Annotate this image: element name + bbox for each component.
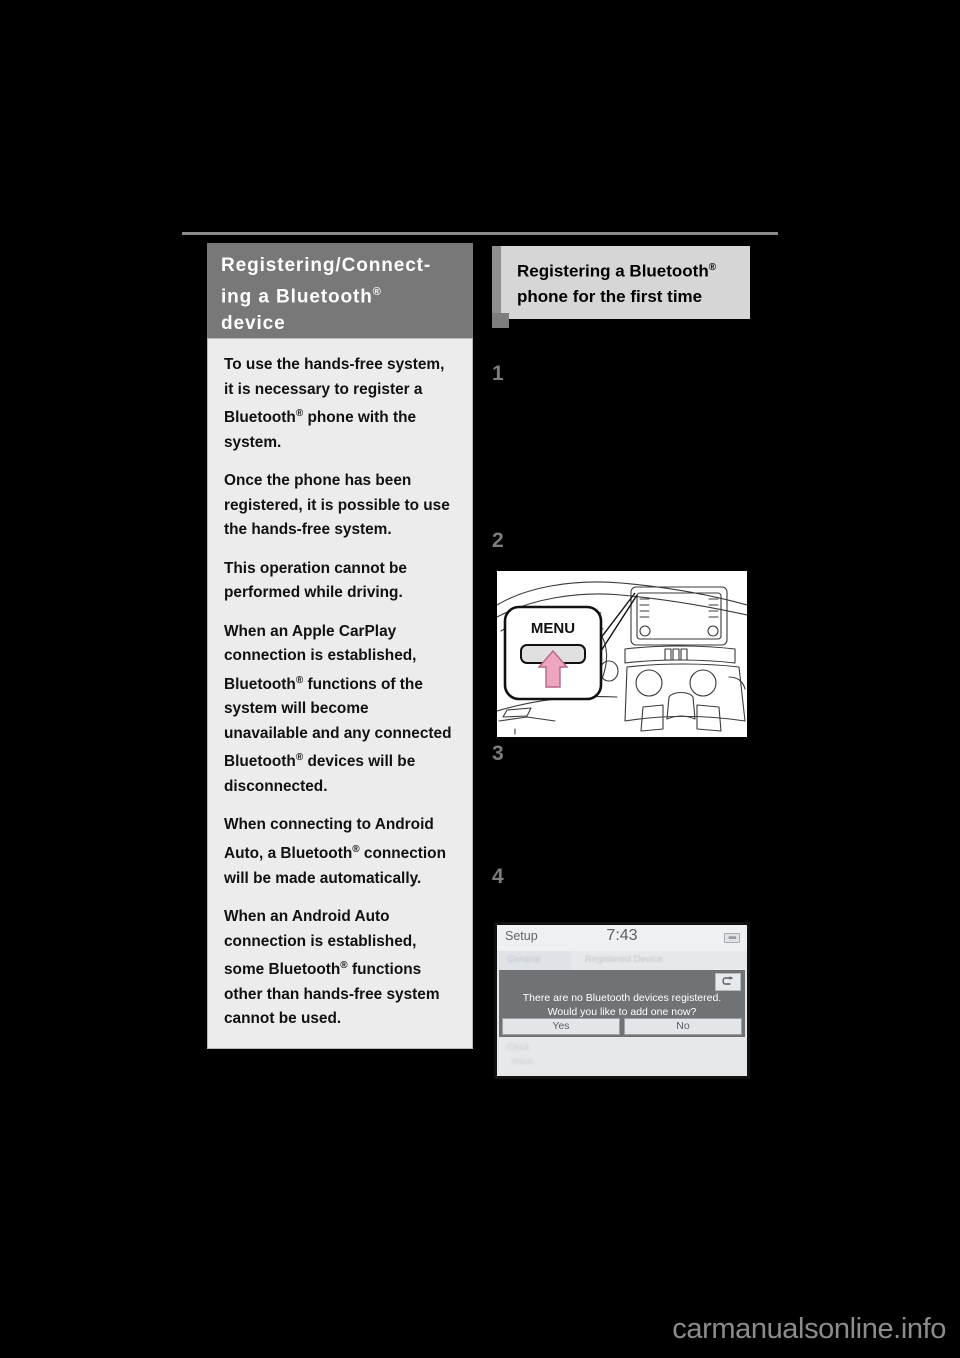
info-paragraph-4: When an Apple CarPlay connection is esta… <box>224 622 452 795</box>
section-heading-registering-first-time: Registering a Bluetooth® phone for the f… <box>492 246 750 319</box>
registered-trademark-icon: ® <box>295 674 304 686</box>
section-heading-registering-connecting: Registering/Connect- ing a Bluetooth® de… <box>207 243 473 349</box>
info-paragraph-2: Once the phone has been registered, it i… <box>224 472 450 539</box>
figure-menu-button-location: MENU <box>494 568 750 740</box>
registered-trademark-icon: ® <box>340 960 348 971</box>
figure-bluetooth-dialog-screenshot: Setup 7:43 ■■■ General Registered Device… <box>494 922 750 1079</box>
registered-trademark-icon: ® <box>352 843 360 855</box>
no-button[interactable]: No <box>624 1018 742 1035</box>
step-number-3: 3 <box>492 742 504 765</box>
tab-general[interactable]: General <box>507 954 541 965</box>
dashboard-illustration: MENU <box>497 571 747 737</box>
yes-button[interactable]: Yes <box>502 1018 620 1035</box>
step-number-4: 4 <box>492 865 504 888</box>
registered-trademark-icon: ® <box>295 752 304 764</box>
heading-line-1: Registering a Bluetooth <box>517 261 709 281</box>
step-number-2: 2 <box>492 529 504 552</box>
heading-line-3: device <box>221 313 286 335</box>
tab-registered-device[interactable]: Registered Device <box>585 954 663 965</box>
registered-trademark-icon: ® <box>372 286 381 298</box>
return-arrow-icon <box>722 976 733 985</box>
heading-line-2: ing a Bluetooth <box>221 286 373 308</box>
menu-button-callout: MENU <box>503 605 603 701</box>
bluetooth-registration-dialog: There are no Bluetooth devices registere… <box>499 970 745 1037</box>
faded-list-item-1: Clock <box>507 1042 530 1052</box>
info-paragraph-3: This operation cannot be performed while… <box>224 559 407 602</box>
registered-trademark-icon: ® <box>708 262 717 273</box>
heading-line-1: Registering/Connect- <box>221 255 432 276</box>
screen-status-bar: Setup 7:43 ■■■ <box>497 925 747 951</box>
svg-text:MENU: MENU <box>531 620 575 637</box>
left-column: Registering/Connect- ing a Bluetooth® de… <box>207 243 473 349</box>
info-paragraph-6: When an Android Auto connection is estab… <box>224 908 440 1028</box>
info-paragraph-5: When connecting to Android Auto, a Bluet… <box>224 816 446 887</box>
head-unit-screen: Setup 7:43 ■■■ General Registered Device… <box>497 925 747 1076</box>
info-callout-box: To use the hands-free system, it is nece… <box>207 338 473 1049</box>
faded-list-item-2: Voice <box>511 1056 534 1066</box>
signal-icon: ■■■ <box>724 933 740 943</box>
screen-clock: 7:43 <box>606 927 638 944</box>
registered-trademark-icon: ® <box>295 408 304 419</box>
header-rule <box>182 232 778 235</box>
subsection-bullet-icon <box>492 313 509 328</box>
info-paragraph-1: To use the hands-free system, it is nece… <box>224 356 445 451</box>
heading-line-2: phone for the first time <box>517 286 703 306</box>
manual-page: Registering/Connect- ing a Bluetooth® de… <box>0 0 960 1358</box>
right-column: Registering a Bluetooth® phone for the f… <box>492 246 750 319</box>
step-number-1: 1 <box>492 362 504 385</box>
dialog-message-line-2: Would you like to add one now? <box>547 1005 697 1018</box>
dialog-button-row: Yes No <box>502 1018 742 1035</box>
back-button[interactable] <box>715 973 741 991</box>
site-watermark: carmanualsonline.info <box>672 1313 946 1345</box>
dialog-message: There are no Bluetooth devices registere… <box>499 992 745 1019</box>
dialog-message-line-1: There are no Bluetooth devices registere… <box>522 992 722 1004</box>
